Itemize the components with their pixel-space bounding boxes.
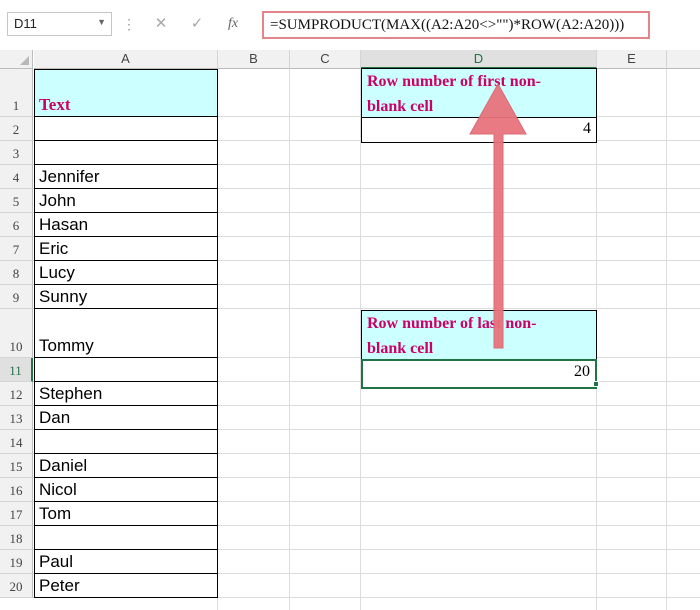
- annotation-arrow: [469, 82, 527, 349]
- arrow-shape: [469, 82, 527, 349]
